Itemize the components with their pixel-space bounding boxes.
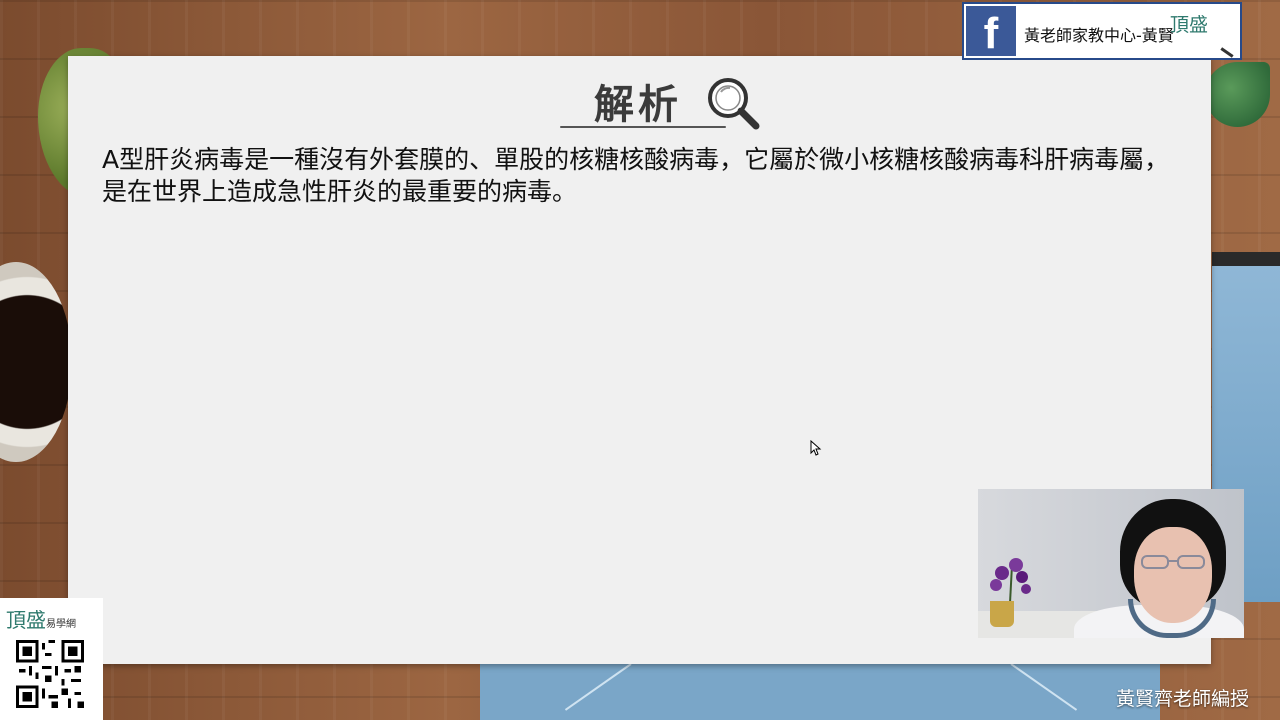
qr-brand-suffix: 易學網 bbox=[46, 619, 76, 630]
plant-decoration bbox=[1205, 62, 1270, 127]
qr-brand-logo: 頂盛易學網 bbox=[6, 604, 76, 633]
webcam-feed bbox=[978, 489, 1244, 638]
slide-title: 解析 bbox=[594, 82, 682, 128]
author-caption: 黃賢齊老師編授 bbox=[1116, 688, 1250, 710]
glasses-icon bbox=[1141, 555, 1205, 569]
qr-badge: 頂盛易學網 bbox=[0, 598, 103, 720]
orchid-flower bbox=[990, 558, 1031, 603]
orchid-pot bbox=[990, 601, 1014, 627]
facebook-icon: f bbox=[966, 6, 1016, 56]
facebook-banner[interactable]: f 黃老師家教中心-黃賢 頂盛 bbox=[962, 2, 1242, 60]
qr-code[interactable] bbox=[16, 640, 84, 708]
title-underline bbox=[560, 126, 726, 128]
brand-logo: 頂盛 bbox=[1170, 10, 1238, 58]
slide-body-text: A型肝炎病毒是一種沒有外套膜的、單股的核糖核酸病毒，它屬於微小核糖核酸病毒科肝病… bbox=[102, 145, 1170, 206]
cursor-icon bbox=[810, 440, 822, 456]
brand-logo-text: 頂盛 bbox=[1170, 14, 1209, 36]
magnifier-icon bbox=[708, 78, 760, 130]
laptop-base-decoration bbox=[480, 664, 1160, 720]
qr-brand-name: 頂盛 bbox=[6, 608, 46, 632]
pen-icon bbox=[1220, 47, 1234, 58]
facebook-page-name: 黃老師家教中心-黃賢 bbox=[1024, 26, 1174, 45]
